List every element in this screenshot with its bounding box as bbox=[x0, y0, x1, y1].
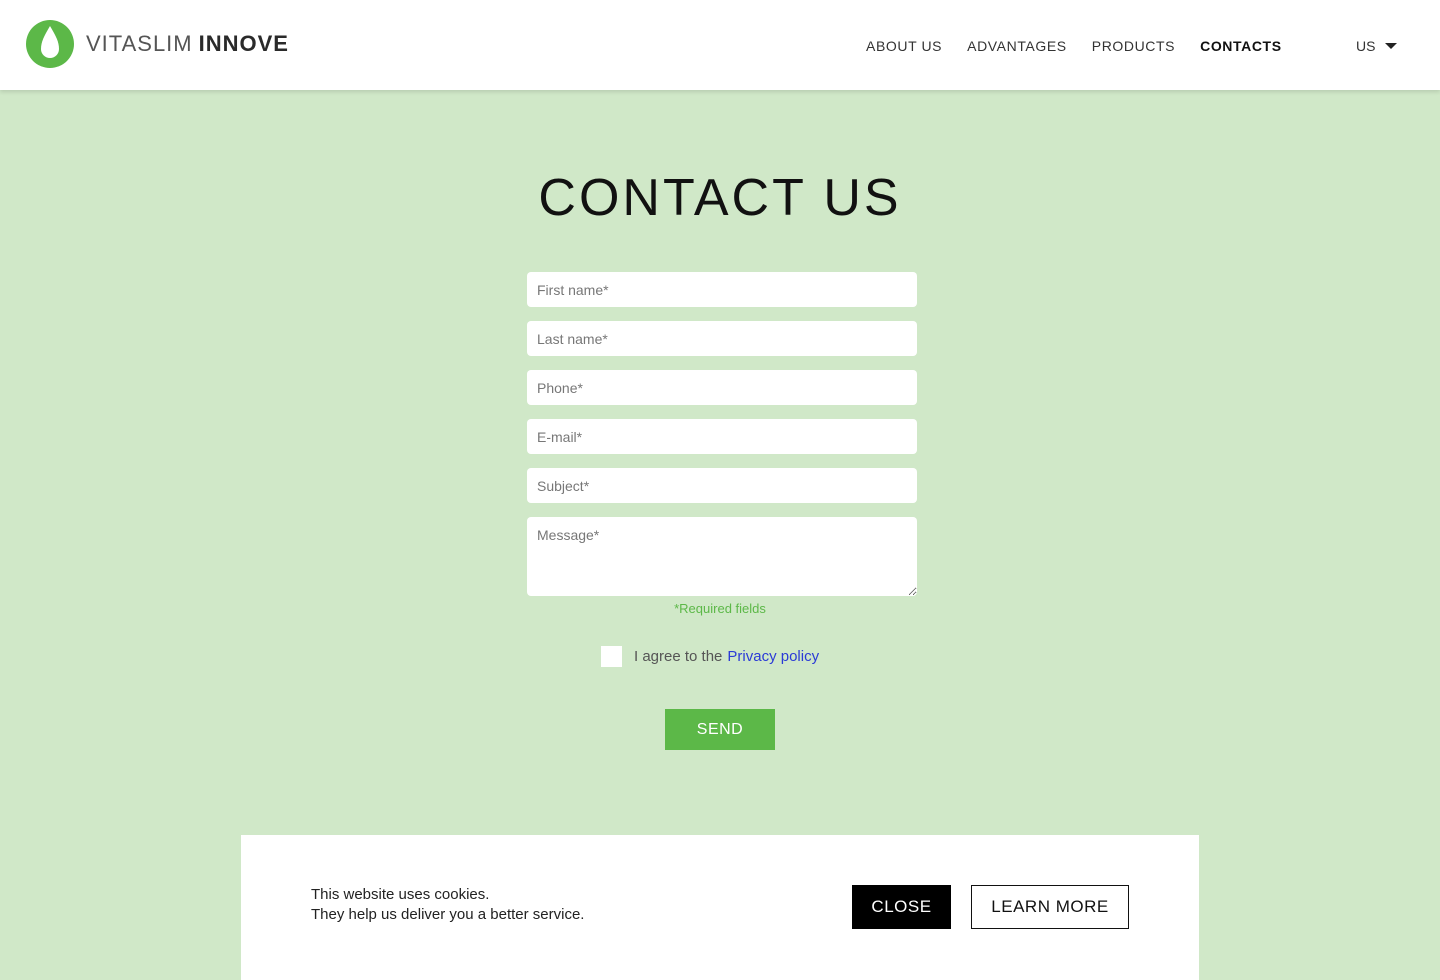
last-name-input[interactable] bbox=[527, 321, 917, 356]
cookie-learn-more-button[interactable]: LEARN MORE bbox=[971, 885, 1129, 929]
brand-logo[interactable]: VITASLIM INNOVE bbox=[26, 20, 289, 68]
cookie-message: This website uses cookies. They help us … bbox=[311, 885, 584, 925]
brand-name-bold: INNOVE bbox=[198, 31, 289, 56]
leaf-drop-icon bbox=[26, 20, 74, 68]
subject-input[interactable] bbox=[527, 468, 917, 503]
contact-form bbox=[527, 272, 917, 596]
nav-contacts[interactable]: CONTACTS bbox=[1200, 38, 1282, 54]
nav-advantages[interactable]: ADVANTAGES bbox=[967, 38, 1067, 54]
send-button[interactable]: SEND bbox=[665, 709, 775, 750]
cookie-message-line1: This website uses cookies. bbox=[311, 886, 490, 903]
brand-name-light: VITASLIM bbox=[86, 31, 193, 56]
agree-label: I agree to the bbox=[634, 647, 723, 665]
privacy-agreement: I agree to the Privacy policy bbox=[601, 645, 819, 667]
caret-down-icon bbox=[1385, 43, 1398, 49]
language-selector[interactable]: US bbox=[1356, 36, 1398, 56]
email-input[interactable] bbox=[527, 419, 917, 454]
nav-products[interactable]: PRODUCTS bbox=[1092, 38, 1175, 54]
site-header: VITASLIM INNOVE ABOUT US ADVANTAGES PRODU… bbox=[0, 0, 1440, 90]
privacy-policy-link[interactable]: Privacy policy bbox=[727, 648, 819, 665]
cookie-banner: This website uses cookies. They help us … bbox=[241, 835, 1199, 980]
nav-about-us[interactable]: ABOUT US bbox=[866, 38, 942, 54]
main-nav: ABOUT US ADVANTAGES PRODUCTS CONTACTS bbox=[866, 36, 1307, 56]
page-title: CONTACT US bbox=[538, 169, 902, 227]
message-textarea[interactable] bbox=[527, 517, 917, 596]
cookie-close-button[interactable]: CLOSE bbox=[852, 885, 951, 929]
required-fields-note: *Required fields bbox=[674, 601, 766, 616]
first-name-input[interactable] bbox=[527, 272, 917, 307]
language-label: US bbox=[1356, 38, 1376, 54]
agree-checkbox[interactable] bbox=[601, 645, 622, 667]
cookie-message-line2: They help us deliver you a better servic… bbox=[311, 906, 585, 923]
phone-input[interactable] bbox=[527, 370, 917, 405]
brand-name: VITASLIM INNOVE bbox=[86, 31, 289, 57]
